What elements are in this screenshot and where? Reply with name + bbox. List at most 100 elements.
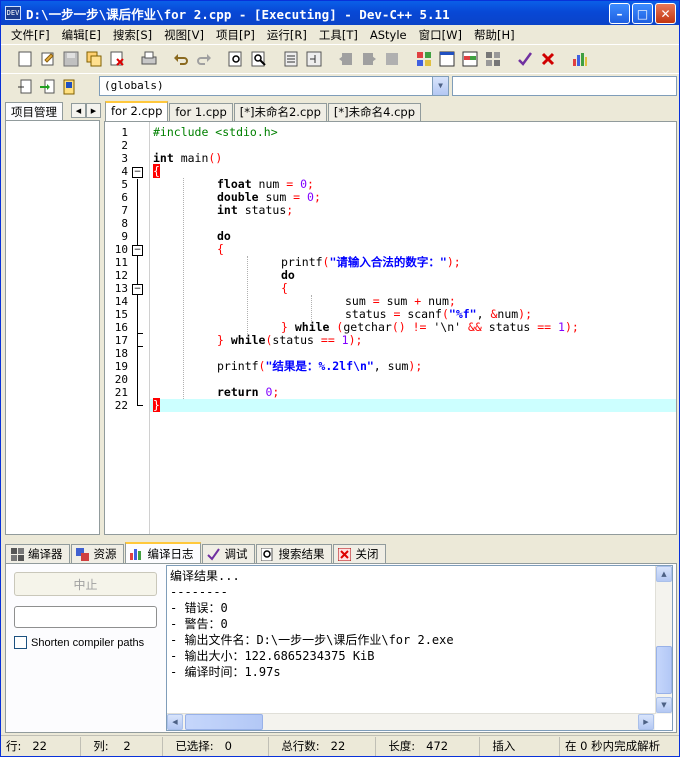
- scroll-left-icon[interactable]: ◀: [167, 714, 183, 730]
- open-file-icon[interactable]: [38, 49, 58, 69]
- scroll-thumb[interactable]: [656, 646, 672, 694]
- bookmark-prev-icon[interactable]: [336, 49, 356, 69]
- scroll-down-icon[interactable]: ▼: [656, 697, 672, 713]
- scope-combo[interactable]: (globals) ▼: [99, 76, 449, 96]
- function-combo[interactable]: [452, 76, 677, 96]
- compile-log-text[interactable]: 编译结果... -------- - 错误：0 - 警告：0 - 输出文件名：D…: [166, 565, 673, 731]
- find-icon[interactable]: [226, 49, 246, 69]
- tab-for-1-cpp[interactable]: for 1.cpp: [169, 103, 233, 121]
- code-editor[interactable]: 1 2 3 4 5 6 7 8 9 10 11 12 13 14 15 16 1…: [104, 121, 677, 535]
- scroll-up-icon[interactable]: ▲: [656, 566, 672, 582]
- code-line-1: #include <stdio.h>: [153, 125, 278, 139]
- class-browser-icon[interactable]: [15, 77, 35, 97]
- tab-scroll-right-icon[interactable]: ▶: [86, 103, 101, 118]
- menu-astyle[interactable]: AStyle: [364, 28, 413, 42]
- scroll-thumb[interactable]: [185, 714, 263, 730]
- tab-label: 资源: [93, 547, 117, 561]
- undo-icon[interactable]: [171, 49, 191, 69]
- code-line-4: {: [153, 164, 160, 178]
- tab-compiler[interactable]: 编译器: [5, 544, 70, 563]
- maximize-icon[interactable]: □: [632, 3, 653, 24]
- replace-icon[interactable]: [249, 49, 269, 69]
- menu-search[interactable]: 搜索[S]: [107, 27, 158, 43]
- line-number: 15: [114, 308, 128, 321]
- identifier: , sum: [373, 359, 409, 373]
- tab-search-results[interactable]: 搜索结果: [255, 544, 332, 563]
- comment-icon[interactable]: [382, 49, 402, 69]
- menu-run[interactable]: 运行[R]: [261, 27, 313, 43]
- symbol: (: [329, 320, 344, 334]
- status-sel-value: 0: [224, 738, 232, 753]
- menu-edit[interactable]: 编辑[E]: [56, 27, 107, 43]
- print-icon[interactable]: [139, 49, 159, 69]
- close-file-icon[interactable]: [107, 49, 127, 69]
- tab-untitled-2[interactable]: [*]未命名2.cpp: [233, 103, 327, 121]
- tab-untitled-4[interactable]: [*]未命名4.cpp: [327, 103, 421, 121]
- tab-compile-log[interactable]: 编译日志: [124, 542, 201, 563]
- syntax-check-icon[interactable]: [515, 49, 535, 69]
- run-icon[interactable]: [437, 49, 457, 69]
- project-tree-panel[interactable]: [5, 120, 100, 535]
- compile-icon[interactable]: [414, 49, 434, 69]
- close-icon: [338, 547, 352, 561]
- compile-run-icon[interactable]: [460, 49, 480, 69]
- tab-debug[interactable]: 调试: [201, 544, 255, 563]
- line-number: 13: [114, 282, 128, 295]
- rebuild-icon[interactable]: [483, 49, 503, 69]
- fold-end-mark: [137, 333, 143, 334]
- indent-guide: [311, 295, 312, 321]
- tab-label: 关闭: [355, 547, 379, 561]
- log-line: --------: [170, 585, 228, 599]
- shorten-paths-checkbox[interactable]: [14, 636, 27, 649]
- tab-close[interactable]: 关闭: [332, 544, 386, 563]
- tab-scroll-left-icon[interactable]: ◀: [71, 103, 86, 118]
- status-len-label: 长度:: [388, 738, 416, 753]
- indent-icon[interactable]: [281, 49, 301, 69]
- menu-view[interactable]: 视图[V]: [158, 27, 210, 43]
- title-bar[interactable]: DEV D:\一步一步\课后作业\for 2.cpp - [Executing]…: [1, 1, 679, 25]
- fold-minus-icon[interactable]: −: [132, 245, 143, 256]
- scroll-right-icon[interactable]: ▶: [638, 714, 654, 730]
- status-row-value: 22: [32, 738, 47, 753]
- new-file-icon[interactable]: [15, 49, 35, 69]
- profile-chart-icon[interactable]: [570, 49, 590, 69]
- identifier: getchar: [343, 320, 392, 334]
- close-icon[interactable]: ✕: [655, 3, 676, 24]
- tab-project-manager[interactable]: 项目管理: [5, 102, 63, 121]
- minimize-icon[interactable]: –: [609, 3, 630, 24]
- stop-execution-icon[interactable]: [538, 49, 558, 69]
- chevron-down-icon[interactable]: ▼: [432, 77, 448, 95]
- bookmark-next-icon[interactable]: [359, 49, 379, 69]
- fold-minus-icon[interactable]: −: [132, 167, 143, 178]
- goto-definition-icon[interactable]: [59, 77, 79, 97]
- symbol: );: [408, 359, 423, 373]
- tab-resources[interactable]: 资源: [70, 544, 124, 563]
- symbol: ;: [272, 385, 280, 399]
- shorten-paths-option[interactable]: Shorten compiler paths: [14, 636, 144, 649]
- symbol: =: [372, 294, 380, 308]
- code-area[interactable]: #include <stdio.h> int main() { float nu…: [149, 122, 676, 534]
- goto-declaration-icon[interactable]: [37, 77, 57, 97]
- unindent-icon[interactable]: [304, 49, 324, 69]
- tab-for-2-cpp[interactable]: for 2.cpp: [105, 101, 169, 121]
- redo-icon[interactable]: [194, 49, 214, 69]
- menu-help[interactable]: 帮助[H]: [468, 27, 521, 43]
- keyword: return: [217, 385, 259, 399]
- menu-window[interactable]: 窗口[W]: [413, 27, 468, 43]
- stop-button[interactable]: 中止: [14, 572, 157, 596]
- fold-minus-icon[interactable]: −: [132, 284, 143, 295]
- save-all-icon[interactable]: [84, 49, 104, 69]
- menu-tools[interactable]: 工具[T]: [313, 27, 364, 43]
- log-horizontal-scrollbar[interactable]: ◀ ▶: [167, 713, 655, 730]
- save-icon[interactable]: [61, 49, 81, 69]
- symbol: );: [446, 255, 461, 269]
- status-parse-time: 在 0 秒内完成解析: [560, 737, 677, 756]
- keyword: int: [153, 151, 174, 165]
- menu-file[interactable]: 文件[F]: [5, 27, 56, 43]
- status-length: 长度: 472: [376, 736, 480, 756]
- menu-project[interactable]: 项目[P]: [210, 27, 261, 43]
- log-vertical-scrollbar[interactable]: ▲ ▼: [655, 566, 672, 714]
- status-sel-label: 已选择:: [175, 738, 214, 753]
- status-parse: 在 0 秒内完成解析: [565, 738, 661, 753]
- line-number: 10: [114, 243, 128, 256]
